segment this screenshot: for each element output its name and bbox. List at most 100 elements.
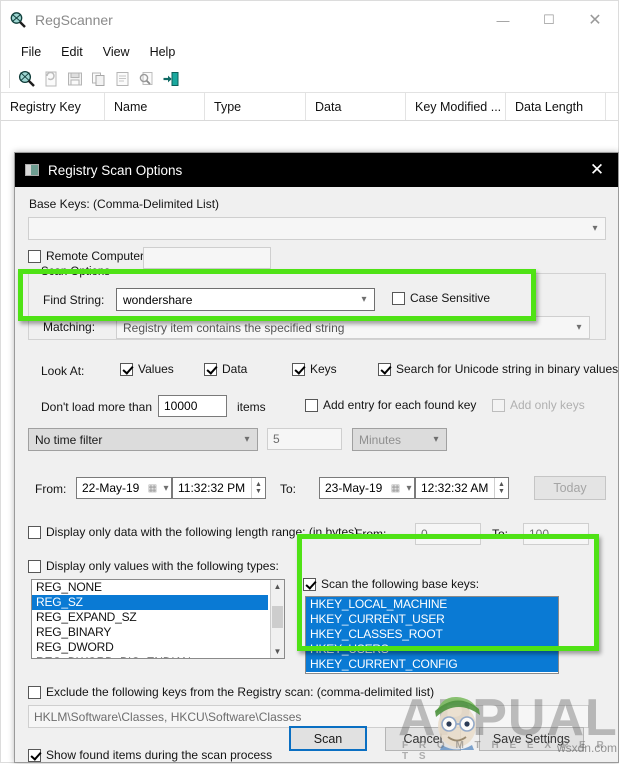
- list-item[interactable]: HKEY_LOCAL_MACHINE: [306, 597, 558, 612]
- look-at-keys-checkbox[interactable]: Keys: [292, 362, 337, 376]
- scan-base-keys-label: Scan the following base keys:: [321, 577, 480, 591]
- find-string-combo[interactable]: wondershare ▾: [116, 288, 375, 311]
- column-header-key-modified[interactable]: Key Modified ...: [406, 93, 506, 120]
- to-time-value: 12:32:32 AM: [421, 481, 489, 495]
- exclude-keys-input[interactable]: HKLM\Software\Classes, HKCU\Software\Cla…: [28, 705, 589, 728]
- look-at-data-label: Data: [222, 362, 248, 376]
- from-time-value: 11:32:32 PM: [178, 481, 246, 495]
- show-found-items-label: Show found items during the scan process: [46, 748, 273, 762]
- remote-computer-input[interactable]: [143, 247, 271, 269]
- scan-base-keys-checkbox[interactable]: Scan the following base keys:: [303, 577, 479, 591]
- length-range-checkbox[interactable]: Display only data with the following len…: [28, 525, 358, 539]
- registry-scan-options-dialog: Registry Scan Options ✕ Base Keys: (Comm…: [14, 152, 619, 763]
- to-time-spinner[interactable]: 12:32:32 AM ▲ ▼: [415, 477, 509, 499]
- spinner-icon[interactable]: ▲ ▼: [494, 478, 508, 498]
- results-column-headers: Registry Key Name Type Data Key Modified…: [1, 93, 618, 121]
- column-header-data-length[interactable]: Data Length: [506, 93, 606, 120]
- checkbox-box: [303, 577, 316, 591]
- menu-file[interactable]: File: [11, 42, 51, 62]
- look-at-values-checkbox[interactable]: Values: [120, 362, 174, 376]
- column-header-registry-key[interactable]: Registry Key: [1, 93, 105, 120]
- chevron-down-icon: ▾: [576, 322, 582, 333]
- save-settings-button[interactable]: Save Settings: [479, 727, 584, 751]
- spinner-icon[interactable]: ▲ ▼: [251, 478, 265, 498]
- list-item[interactable]: REG_NONE: [32, 580, 284, 595]
- menu-edit[interactable]: Edit: [51, 42, 93, 62]
- list-item[interactable]: REG_BINARY: [32, 625, 284, 640]
- scrollbar-thumb[interactable]: [272, 606, 283, 628]
- scan-icon[interactable]: [17, 69, 37, 89]
- column-header-data[interactable]: Data: [306, 93, 406, 120]
- chevron-down-icon: ▾: [592, 223, 598, 234]
- time-amount-input[interactable]: 5: [267, 428, 342, 450]
- dialog-body: Base Keys: (Comma-Delimited List) ▾ Remo…: [15, 187, 618, 764]
- copy-icon[interactable]: [89, 69, 109, 89]
- dialog-close-icon[interactable]: ✕: [582, 160, 612, 180]
- maximize-button[interactable]: ☐: [526, 1, 572, 39]
- menu-bar: File Edit View Help: [1, 39, 618, 65]
- matching-combo[interactable]: Registry item contains the specified str…: [116, 316, 590, 339]
- list-item[interactable]: HKEY_USERS: [306, 642, 558, 657]
- list-item[interactable]: REG_DWORD: [32, 640, 284, 655]
- value-types-label: Display only values with the following t…: [46, 559, 279, 573]
- length-from-input[interactable]: 0: [415, 523, 481, 545]
- checkbox-box: [204, 362, 217, 376]
- scrollbar[interactable]: ▲ ▼: [270, 580, 284, 658]
- find-icon[interactable]: [137, 69, 157, 89]
- remote-computer-checkbox[interactable]: Remote Computer:: [28, 249, 147, 263]
- checkbox-box: [492, 398, 505, 412]
- checkbox-box: [28, 748, 41, 762]
- show-found-items-checkbox[interactable]: Show found items during the scan process: [28, 748, 272, 762]
- load-limit-input[interactable]: 10000: [158, 395, 227, 417]
- add-entry-checkbox[interactable]: Add entry for each found key: [305, 398, 476, 412]
- scan-options-group-label: Scan Options: [37, 266, 115, 278]
- from-time-spinner[interactable]: 11:32:32 PM ▲ ▼: [172, 477, 266, 499]
- case-sensitive-label: Case Sensitive: [410, 291, 491, 305]
- dialog-icon: [25, 164, 39, 176]
- checkbox-box: [305, 398, 318, 412]
- value-types-listbox[interactable]: REG_NONE REG_SZ REG_EXPAND_SZ REG_BINARY…: [31, 579, 285, 659]
- remote-computer-label: Remote Computer:: [46, 249, 148, 263]
- add-only-keys-label: Add only keys: [510, 398, 585, 412]
- list-item[interactable]: REG_SZ: [32, 595, 268, 610]
- list-item[interactable]: REG_EXPAND_SZ: [32, 610, 284, 625]
- look-at-data-checkbox[interactable]: Data: [204, 362, 247, 376]
- checkbox-box: [120, 362, 133, 376]
- column-header-name[interactable]: Name: [105, 93, 205, 120]
- list-item[interactable]: HKEY_CLASSES_ROOT: [306, 627, 558, 642]
- scan-button[interactable]: Scan: [289, 726, 367, 751]
- scan-base-keys-listbox[interactable]: HKEY_LOCAL_MACHINE HKEY_CURRENT_USER HKE…: [305, 596, 559, 674]
- list-item[interactable]: REG_DWORD_BIG_ENDIAN: [32, 655, 284, 658]
- find-string-value: wondershare: [123, 292, 193, 307]
- length-range-label: Display only data with the following len…: [46, 525, 359, 539]
- add-only-keys-checkbox: Add only keys: [492, 398, 585, 412]
- minimize-button[interactable]: —: [480, 1, 526, 39]
- length-to-input[interactable]: 100: [523, 523, 589, 545]
- new-scan-icon[interactable]: [41, 69, 61, 89]
- menu-view[interactable]: View: [93, 42, 140, 62]
- case-sensitive-checkbox[interactable]: Case Sensitive: [392, 291, 490, 305]
- close-button[interactable]: ✕: [572, 1, 618, 39]
- scroll-up-icon[interactable]: ▲: [271, 580, 284, 593]
- properties-icon[interactable]: [113, 69, 133, 89]
- base-keys-label: Base Keys: (Comma-Delimited List): [29, 197, 220, 211]
- scroll-down-icon[interactable]: ▼: [271, 645, 284, 658]
- from-date-picker[interactable]: 22-May-19 ▦ ▾: [76, 477, 172, 499]
- list-item[interactable]: HKEY_CURRENT_CONFIG: [306, 657, 558, 672]
- cancel-button[interactable]: Cancel: [385, 727, 461, 751]
- exit-icon[interactable]: [161, 69, 181, 89]
- menu-help[interactable]: Help: [140, 42, 186, 62]
- base-keys-combo[interactable]: ▾: [28, 217, 606, 240]
- time-filter-combo[interactable]: No time filter ▾: [28, 428, 258, 451]
- value-types-checkbox[interactable]: Display only values with the following t…: [28, 559, 279, 573]
- to-date-picker[interactable]: 23-May-19 ▦ ▾: [319, 477, 415, 499]
- chevron-down-icon: ▾: [361, 294, 367, 305]
- exclude-keys-checkbox[interactable]: Exclude the following keys from the Regi…: [28, 685, 434, 699]
- save-icon[interactable]: [65, 69, 85, 89]
- unicode-search-checkbox[interactable]: Search for Unicode string in binary valu…: [378, 362, 618, 376]
- time-unit-combo: Minutes ▾: [352, 428, 447, 451]
- look-at-label: Look At:: [41, 364, 85, 378]
- look-at-keys-label: Keys: [310, 362, 337, 376]
- column-header-type[interactable]: Type: [205, 93, 306, 120]
- list-item[interactable]: HKEY_CURRENT_USER: [306, 612, 558, 627]
